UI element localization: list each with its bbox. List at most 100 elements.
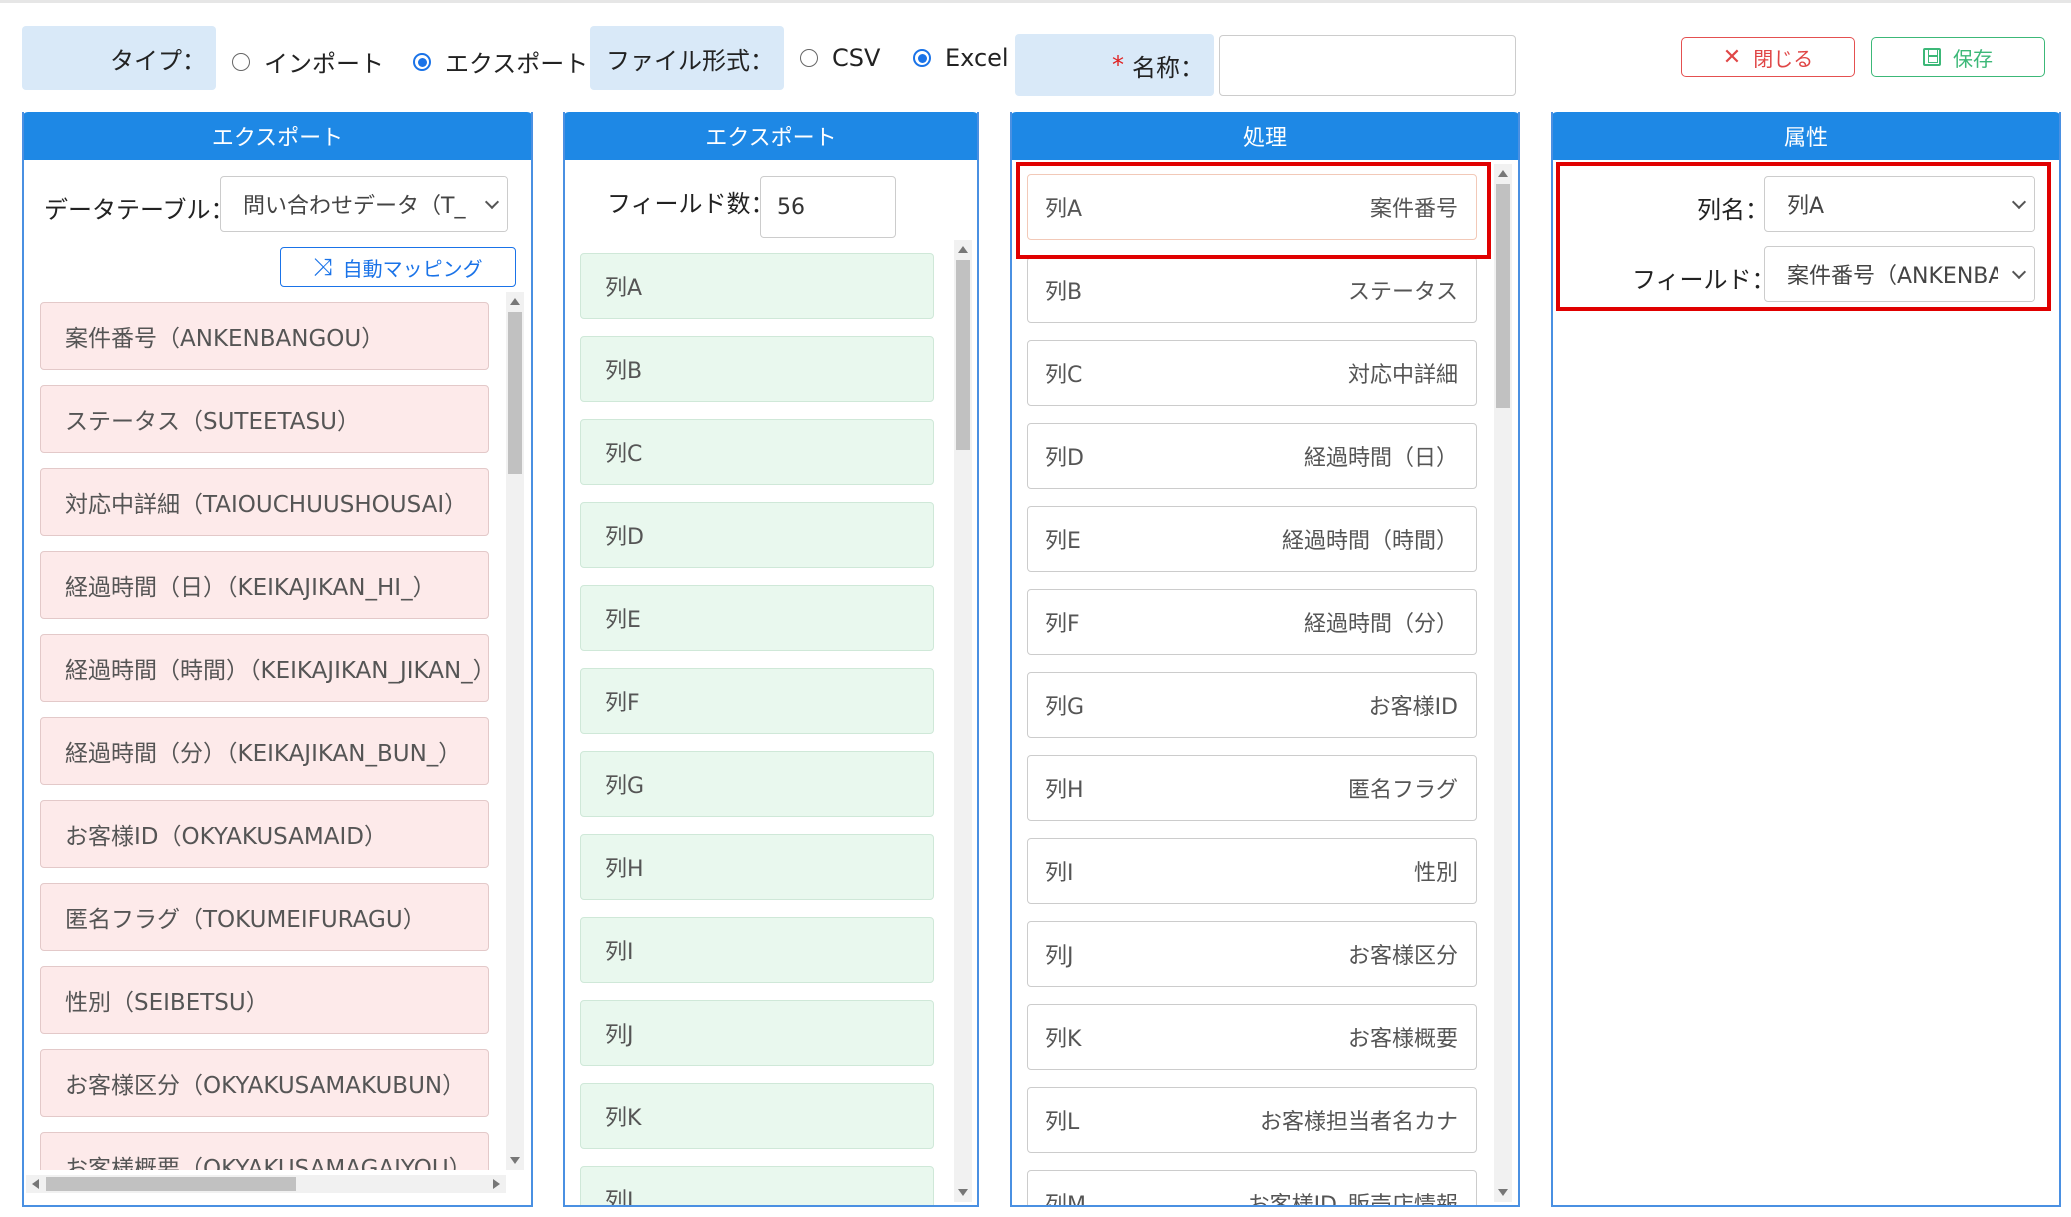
auto-mapping-label: 自動マッピング (342, 256, 483, 281)
radio-import-circle (232, 52, 250, 71)
column-item[interactable]: 列F (580, 668, 934, 734)
mapping-item[interactable]: 列J お客様区分 (1027, 921, 1477, 987)
source-list-hscrollbar[interactable] (26, 1175, 506, 1193)
scroll-up-icon[interactable] (958, 246, 968, 253)
field-count-value: 56 (777, 194, 805, 220)
column-item[interactable]: 列K (580, 1083, 934, 1149)
source-field-item[interactable]: 案件番号（ANKENBANGOU） (40, 302, 489, 370)
source-field-item[interactable]: 経過時間（日）（KEIKAJIKAN_HI_） (40, 551, 489, 619)
field-count-label: フィールド数： (607, 190, 775, 218)
source-field-item[interactable]: お客様概要（OKYAKUSAMAGAIYOU） (40, 1132, 489, 1170)
source-field-item[interactable]: お客様ID（OKYAKUSAMAID） (40, 800, 489, 868)
column-item[interactable]: 列L (580, 1166, 934, 1205)
scroll-thumb[interactable] (508, 312, 522, 474)
field-select[interactable]: 案件番号（ANKENBA (1764, 246, 2035, 302)
source-field-list: 案件番号（ANKENBANGOU） ステータス（SUTEETASU） 対応中詳細… (40, 302, 489, 1170)
column-item[interactable]: 列J (580, 1000, 934, 1066)
required-mark: * (1112, 51, 1124, 79)
radio-excel-label: Excel (945, 44, 1009, 72)
name-label: * 名称： (1015, 34, 1214, 96)
radio-csv-label: CSV (832, 44, 881, 72)
mapping-item[interactable]: 列I 性別 (1027, 838, 1477, 904)
radio-excel-circle (913, 49, 931, 67)
type-label: タイプ： (22, 26, 216, 90)
mapping-item[interactable]: 列L お客様担当者名カナ (1027, 1087, 1477, 1153)
mapping-item[interactable]: 列B ステータス (1027, 257, 1477, 323)
column-item[interactable]: 列E (580, 585, 934, 651)
scroll-left-icon[interactable] (32, 1179, 39, 1189)
scroll-thumb[interactable] (956, 260, 970, 450)
mapping-item[interactable]: 列D 経過時間（日） (1027, 423, 1477, 489)
column-item[interactable]: 列D (580, 502, 934, 568)
radio-excel[interactable]: Excel (913, 44, 1009, 72)
column-list: 列A 列B 列C 列D 列E 列F 列G 列H 列I 列J 列K 列L (580, 253, 934, 1205)
scroll-thumb[interactable] (1496, 184, 1510, 408)
save-icon (1923, 48, 1941, 66)
radio-import-label: インポート (264, 50, 384, 78)
source-field-item[interactable]: 経過時間（時間）（KEIKAJIKAN_JIKAN_） (40, 634, 489, 702)
mapping-item[interactable]: 列H 匿名フラグ (1027, 755, 1477, 821)
source-panel: エクスポート データテーブル： 問い合わせデータ（T_ ⤨ 自動マッピング 案件… (22, 112, 533, 1207)
source-field-item[interactable]: ステータス（SUTEETASU） (40, 385, 489, 453)
columns-panel: エクスポート フィールド数： 56 列A 列B 列C 列D 列E 列F 列G 列… (563, 112, 979, 1207)
mapping-item[interactable]: 列K お客様概要 (1027, 1004, 1477, 1070)
scroll-thumb[interactable] (46, 1177, 296, 1191)
mapping-item[interactable]: 列M お客様ID_販売店情報 (1027, 1170, 1477, 1205)
source-field-item[interactable]: お客様区分（OKYAKUSAMAKUBUN） (40, 1049, 489, 1117)
save-button-label: 保存 (1953, 46, 1993, 71)
mapping-item[interactable]: 列F 経過時間（分） (1027, 589, 1477, 655)
field-label: フィールド： (1632, 266, 1776, 294)
attribute-panel-title: 属性 (1553, 112, 2059, 160)
mapping-item[interactable]: 列G お客様ID (1027, 672, 1477, 738)
source-field-item[interactable]: 対応中詳細（TAIOUCHUUSHOUSAI） (40, 468, 489, 536)
column-list-vscrollbar[interactable] (954, 240, 972, 1202)
column-item[interactable]: 列C (580, 419, 934, 485)
mapping-item[interactable]: 列A 案件番号 (1027, 174, 1477, 240)
mapping-list-vscrollbar[interactable] (1494, 164, 1512, 1202)
format-label-text: ファイル形式： (606, 46, 774, 75)
shuffle-icon: ⤨ (313, 253, 333, 281)
scroll-right-icon[interactable] (493, 1179, 500, 1189)
source-field-item[interactable]: 経過時間（分）（KEIKAJIKAN_BUN_） (40, 717, 489, 785)
process-panel-title: 処理 (1012, 112, 1518, 160)
radio-export[interactable]: エクスポート (413, 44, 588, 79)
datatable-select-value: 問い合わせデータ（T_ (243, 194, 466, 219)
scroll-up-icon[interactable] (1498, 170, 1508, 177)
close-button[interactable]: ✕ 閉じる (1681, 37, 1855, 77)
mapping-item[interactable]: 列E 経過時間（時間） (1027, 506, 1477, 572)
type-label-text: タイプ： (110, 46, 206, 75)
name-label-text: 名称： (1132, 53, 1204, 82)
attribute-panel: 属性 列名： 列A フィールド： 案件番号（ANKENBA (1551, 112, 2061, 1207)
top-divider (0, 0, 2071, 3)
column-item[interactable]: 列H (580, 834, 934, 900)
source-list-vscrollbar[interactable] (506, 292, 524, 1170)
datatable-select[interactable]: 問い合わせデータ（T_ (220, 176, 508, 232)
mapping-item[interactable]: 列C 対応中詳細 (1027, 340, 1477, 406)
column-name-label: 列名： (1697, 196, 1769, 224)
auto-mapping-button[interactable]: ⤨ 自動マッピング (280, 247, 516, 287)
scroll-down-icon[interactable] (958, 1189, 968, 1196)
column-item[interactable]: 列A (580, 253, 934, 319)
field-count-input[interactable]: 56 (760, 176, 896, 238)
scroll-up-icon[interactable] (510, 298, 520, 305)
radio-import[interactable]: インポート (232, 44, 384, 79)
datatable-label: データテーブル： (44, 196, 235, 224)
column-item[interactable]: 列G (580, 751, 934, 817)
mapping-list: 列A 案件番号 列B ステータス 列C 対応中詳細 列D 経過時間（日） 列E 経過時間（… (1027, 174, 1479, 1205)
column-item[interactable]: 列B (580, 336, 934, 402)
columns-panel-title: エクスポート (565, 112, 977, 160)
scroll-down-icon[interactable] (510, 1157, 520, 1164)
column-name-select[interactable]: 列A (1764, 176, 2035, 232)
source-field-item[interactable]: 性別（SEIBETSU） (40, 966, 489, 1034)
column-name-select-value: 列A (1787, 194, 1825, 219)
close-icon: ✕ (1722, 44, 1742, 70)
radio-export-label: エクスポート (445, 50, 589, 78)
scroll-down-icon[interactable] (1498, 1189, 1508, 1196)
radio-csv[interactable]: CSV (800, 44, 880, 72)
radio-csv-circle (800, 49, 818, 67)
radio-export-circle (413, 52, 431, 71)
column-item[interactable]: 列I (580, 917, 934, 983)
source-field-item[interactable]: 匿名フラグ（TOKUMEIFURAGU） (40, 883, 489, 951)
name-input[interactable] (1219, 35, 1516, 96)
save-button[interactable]: 保存 (1871, 37, 2045, 77)
